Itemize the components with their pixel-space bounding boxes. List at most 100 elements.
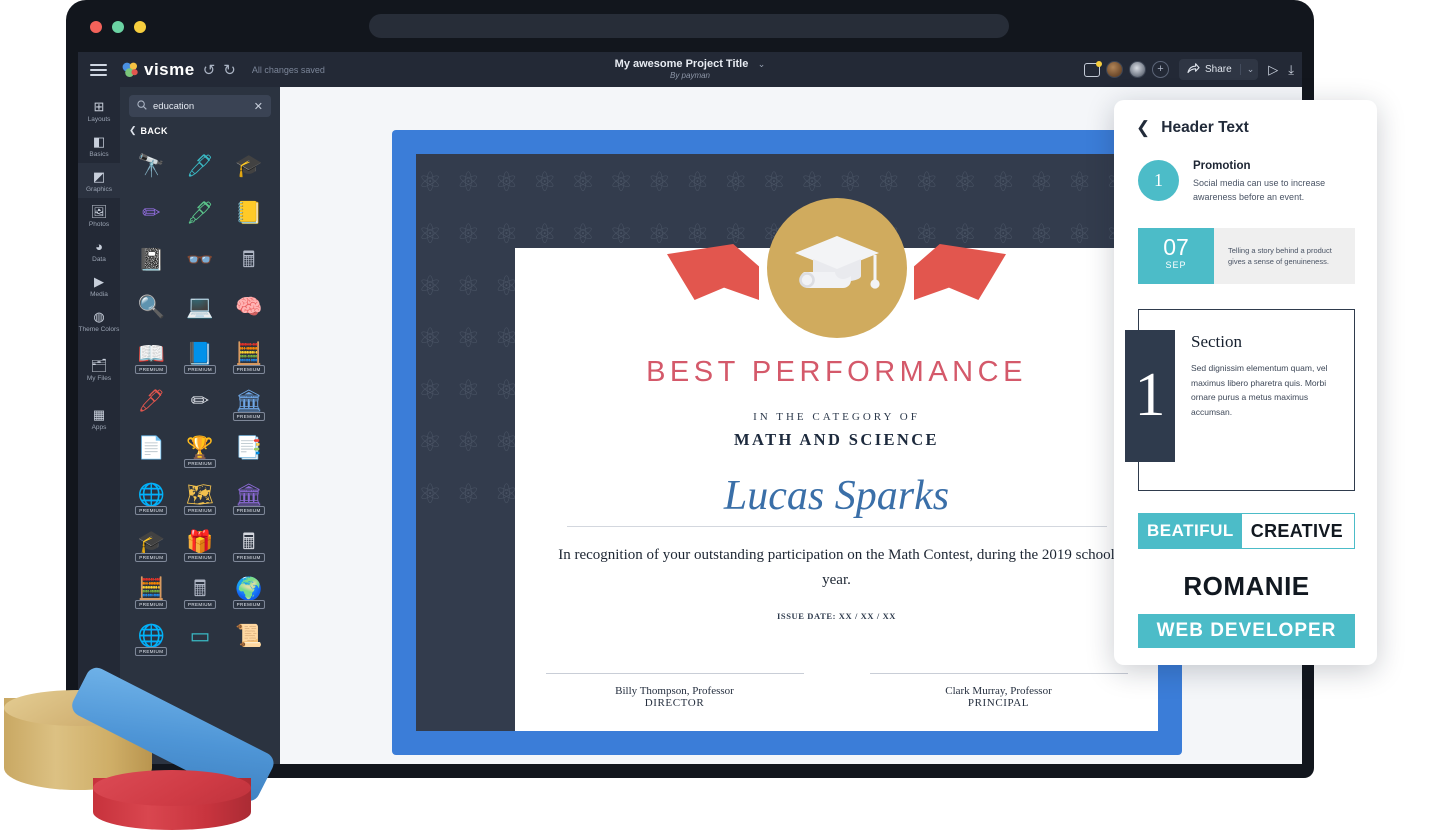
signature-block[interactable]: Billy Thompson, Professor DIRECTOR (545, 673, 804, 709)
back-button[interactable]: ❮ BACK (129, 125, 271, 136)
asset-item[interactable]: 🖋 (178, 193, 223, 233)
hamburger-menu-icon[interactable] (78, 63, 118, 76)
add-user-button[interactable]: + (1152, 61, 1170, 78)
project-title[interactable]: My awesome Project Title (615, 58, 749, 70)
asset-item[interactable]: 📓 (129, 240, 174, 280)
certificate-slide[interactable]: ⚛⚛⚛⚛⚛⚛⚛⚛⚛⚛⚛⚛⚛⚛⚛⚛⚛⚛⚛⚛⚛⚛⚛⚛⚛⚛⚛⚛⚛⚛⚛⚛⚛⚛⚛⚛⚛ ⚛⚛⚛… (392, 130, 1182, 755)
comment-badge (1096, 60, 1103, 67)
sidebar-item-apps[interactable]: ▦ Apps (78, 401, 120, 436)
premium-badge: PREMIUM (183, 600, 217, 609)
close-button[interactable] (90, 21, 102, 33)
asset-item[interactable]: 🎁 PREMIUM (178, 522, 223, 562)
search-input[interactable]: education ✕ (129, 95, 271, 117)
asset-item[interactable]: ✏ (129, 193, 174, 233)
sidebar-item-layouts[interactable]: ⊞ Layouts (78, 93, 120, 128)
asset-item[interactable]: 📖 PREMIUM (129, 334, 174, 374)
asset-item[interactable]: 🖩 (226, 240, 271, 280)
divider (545, 673, 804, 674)
avatar[interactable] (1129, 61, 1147, 78)
redo-icon[interactable]: ↻ (223, 61, 236, 79)
asset-item[interactable]: 🖩 PREMIUM (226, 522, 271, 562)
certificate-title[interactable]: BEST PERFORMANCE (515, 356, 1158, 389)
section-template-card[interactable]: 1 Section Sed dignissim elementum quam, … (1125, 309, 1355, 491)
sidebar-item-theme-colors[interactable]: ◍ Theme Colors (78, 303, 120, 338)
premium-badge: PREMIUM (183, 506, 217, 515)
asset-item[interactable]: ▭ (178, 616, 223, 656)
scroll-icon: 📜 (234, 623, 263, 648)
share-button[interactable]: Share ⌄ (1179, 59, 1259, 80)
signature-name: Clark Murray, Professor (945, 685, 1052, 697)
comment-icon[interactable] (1084, 60, 1103, 77)
date-template-card[interactable]: 07 SEP Telling a story behind a product … (1138, 228, 1355, 284)
romanie-template-card[interactable]: ROMANIE WEB DEVELOPER (1138, 571, 1355, 648)
chevron-down-icon[interactable]: ⌄ (1239, 64, 1254, 75)
asset-item[interactable]: 🏛 PREMIUM (226, 475, 271, 515)
asset-item[interactable]: 🔍 (129, 287, 174, 327)
media-icon: ▶ (94, 274, 104, 289)
sidebar-item-photos[interactable]: 🖼 Photos (78, 198, 120, 233)
sidebar-item-graphics[interactable]: ◩ Graphics (78, 163, 120, 198)
certificate-category-label[interactable]: IN THE CATEGORY OF (515, 411, 1158, 423)
header-text-panel[interactable]: ❮ Header Text 1 Promotion Social media c… (1114, 100, 1377, 665)
asset-item[interactable]: 🏆 PREMIUM (178, 428, 223, 468)
certificate-inner-border: ⚛⚛⚛⚛⚛⚛⚛⚛⚛⚛⚛⚛⚛⚛⚛⚛⚛⚛⚛⚛⚛⚛⚛⚛⚛⚛⚛⚛⚛⚛⚛⚛⚛⚛⚛⚛⚛ ⚛⚛⚛… (416, 154, 1158, 731)
premium-badge: PREMIUM (232, 365, 265, 374)
promotion-template-card[interactable]: 1 Promotion Social media can use to incr… (1138, 160, 1355, 204)
certificate-recipient-name[interactable]: Lucas Sparks (515, 472, 1158, 520)
sidebar-item-media[interactable]: ▶ Media (78, 268, 120, 303)
yellow-pencil-icon: ✏ (190, 388, 210, 413)
search-icon (137, 100, 147, 112)
data-icon: ◕ (95, 239, 103, 254)
certificate-card[interactable]: BEST PERFORMANCE IN THE CATEGORY OF MATH… (515, 198, 1158, 731)
beatiful-creative-template-card[interactable]: BEATIFUL CREATIVE (1138, 513, 1355, 549)
asset-item[interactable]: 🖊 (129, 381, 174, 421)
sidebar-item-basics[interactable]: ◧ Basics (78, 128, 120, 163)
sidebar-item-data[interactable]: ◕ Data (78, 233, 120, 268)
signature-block[interactable]: Clark Murray, Professor PRINCIPAL (869, 673, 1128, 709)
asset-item[interactable]: 🌍 PREMIUM (226, 569, 271, 609)
asset-item[interactable]: 📑 (226, 428, 271, 468)
premium-badge: PREMIUM (135, 647, 168, 656)
avatar[interactable] (1106, 61, 1124, 78)
date-description: Telling a story behind a product gives a… (1214, 228, 1355, 284)
asset-item[interactable]: 💻 (178, 287, 223, 327)
asset-item[interactable]: 📄 (129, 428, 174, 468)
asset-item[interactable]: 🖊 (178, 146, 223, 186)
asset-item[interactable]: 🗺 PREMIUM (178, 475, 223, 515)
asset-item[interactable]: 🌐 PREMIUM (129, 616, 174, 656)
asset-item[interactable]: 📒 (226, 193, 271, 233)
close-icon[interactable]: ✕ (254, 100, 263, 113)
certificate-category[interactable]: MATH AND SCIENCE (515, 430, 1158, 450)
preview-play-icon[interactable]: ▷ (1268, 62, 1278, 78)
asset-item[interactable]: 🏛 PREMIUM (226, 381, 271, 421)
signature-name: Billy Thompson, Professor (615, 685, 734, 697)
asset-item[interactable]: 🧠 (226, 287, 271, 327)
minimize-button[interactable] (112, 21, 124, 33)
gift-book-icon: 🎁 (186, 529, 214, 554)
download-icon[interactable]: ⤓ (1288, 62, 1294, 78)
promotion-number-badge: 1 (1138, 160, 1179, 201)
asset-item[interactable]: 🖩 PREMIUM (178, 569, 223, 609)
chevron-down-icon[interactable]: ⌄ (758, 59, 766, 69)
certificate-body-text[interactable]: In recognition of your outstanding parti… (557, 543, 1117, 593)
asset-item[interactable]: 🧮 PREMIUM (226, 334, 271, 374)
laptop-icon: 💻 (186, 294, 214, 319)
asset-item[interactable]: ✏ (178, 381, 223, 421)
asset-item[interactable]: 📜 (226, 616, 271, 656)
chevron-left-icon[interactable]: ❮ (1136, 118, 1150, 138)
sidebar-item-my-files[interactable]: 🗂 My Files (78, 352, 120, 387)
maximize-button[interactable] (134, 21, 146, 33)
undo-icon[interactable]: ↺ (203, 61, 216, 79)
asset-item[interactable]: 🎓 PREMIUM (129, 522, 174, 562)
certificate-issue-date[interactable]: ISSUE DATE: XX / XX / XX (515, 611, 1158, 621)
asset-item[interactable]: 📘 PREMIUM (178, 334, 223, 374)
premium-badge: PREMIUM (183, 365, 217, 374)
divider (869, 673, 1128, 674)
premium-badge: PREMIUM (232, 412, 265, 421)
asset-item[interactable]: 🌐 PREMIUM (129, 475, 174, 515)
asset-item[interactable]: 👓 (178, 240, 223, 280)
address-bar[interactable] (369, 14, 1009, 38)
asset-item[interactable]: 🧮 PREMIUM (129, 569, 174, 609)
asset-item[interactable]: 🎓 (226, 146, 271, 186)
asset-item[interactable]: 🔭 (129, 146, 174, 186)
